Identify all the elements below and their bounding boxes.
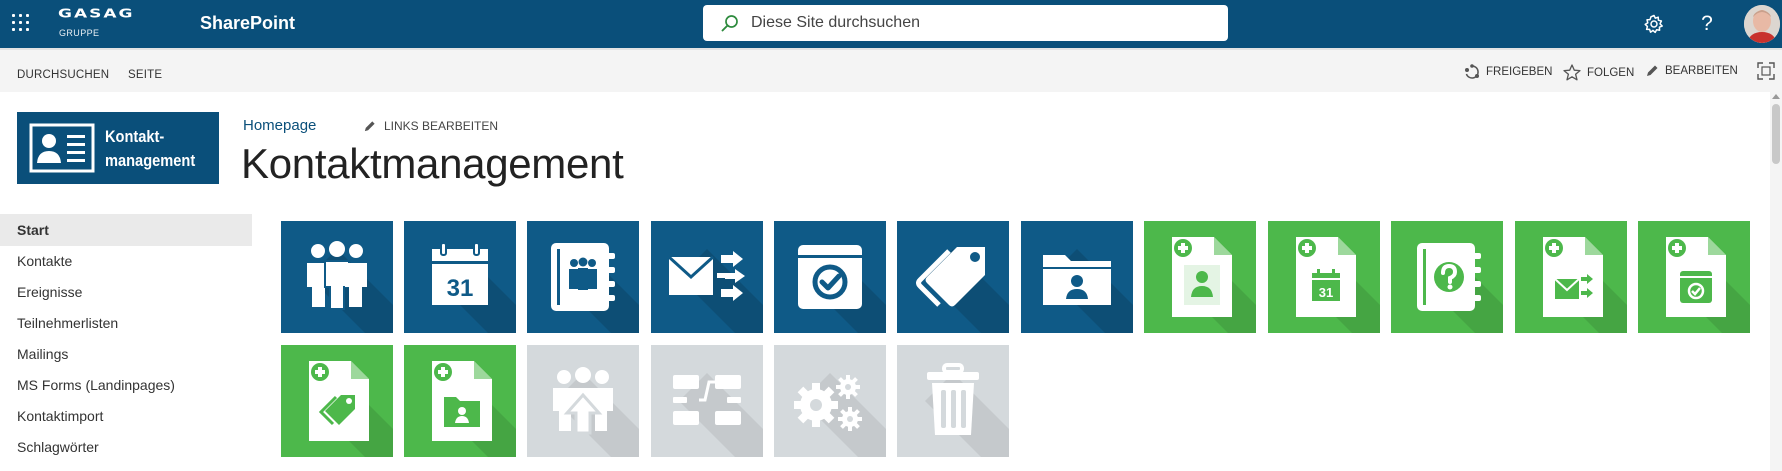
share-label: FREIGEBEN: [1486, 66, 1553, 78]
site-logo[interactable]: Kontakt- management: [17, 112, 219, 184]
site-search-box[interactable]: [703, 5, 1228, 41]
contact-folder-icon: [1043, 255, 1111, 305]
nav-item-kontaktimport[interactable]: Kontaktimport: [0, 400, 252, 432]
scroll-up-arrow-icon[interactable]: [1772, 94, 1780, 99]
new-contact-icon: [1172, 237, 1232, 317]
edit-links-label: LINKS BEARBEITEN: [384, 119, 499, 133]
brand-sub: GRUPPE: [59, 28, 100, 38]
tile-kontaktimport[interactable]: [527, 345, 639, 457]
new-event-icon: 31: [1296, 237, 1356, 317]
search-icon: [721, 15, 738, 32]
edit-links-button[interactable]: LINKS BEARBEITEN: [363, 119, 498, 133]
people-group-icon: [307, 241, 367, 310]
mail-distribution-icon: [667, 251, 745, 301]
app-launcher-icon[interactable]: [12, 14, 30, 32]
nav-item-schlagwoerter[interactable]: Schlagwörter: [0, 431, 252, 463]
tile-schlagwoerter[interactable]: [897, 221, 1009, 333]
share-icon: [1465, 64, 1479, 79]
ribbon-bar: DURCHSUCHEN SEITE FREIGEBEN FOLGEN BEARB…: [0, 48, 1782, 92]
logo-line-1: Kontakt-: [105, 127, 165, 146]
tile-ereignisse[interactable]: 31: [404, 221, 516, 333]
tile-einstellungen[interactable]: [774, 345, 886, 457]
tile-kontaktordner[interactable]: [1021, 221, 1133, 333]
tab-seite[interactable]: SEITE: [128, 69, 162, 81]
breadcrumb-homepage[interactable]: Homepage: [243, 117, 316, 134]
nav-item-ms-forms[interactable]: MS Forms (Landinpages): [0, 369, 252, 401]
new-mailing-icon: [1543, 237, 1603, 317]
share-button[interactable]: FREIGEBEN: [1464, 64, 1552, 80]
nav-item-mailings[interactable]: Mailings: [0, 338, 252, 370]
brand-name: GASAG: [58, 6, 135, 21]
new-contact-folder-icon: [432, 361, 492, 441]
logo-line-2: management: [105, 151, 196, 170]
tile-papierkorb[interactable]: [897, 345, 1009, 457]
new-registration-icon: [1666, 237, 1726, 317]
calendar-day-text: 31: [447, 275, 474, 302]
nav-item-start[interactable]: Start: [0, 214, 252, 246]
calendar-day-text: 31: [1319, 285, 1333, 300]
site-logo-text: Kontakt- management: [105, 125, 195, 173]
nav-item-teilnehmerlisten[interactable]: Teilnehmerlisten: [0, 307, 252, 339]
pencil-icon: [1647, 65, 1658, 76]
tile-anmeldungen[interactable]: [774, 221, 886, 333]
new-tag-icon: [309, 361, 369, 441]
page-scrollbar[interactable]: [1770, 92, 1782, 471]
tile-hilfe[interactable]: [1391, 221, 1503, 333]
page-title: Kontaktmanagement: [241, 140, 624, 187]
user-avatar[interactable]: [1744, 5, 1780, 43]
suite-bar: GASAG GRUPPE SharePoint ?: [0, 0, 1782, 48]
trash-icon: [927, 363, 979, 435]
tile-adressbuch[interactable]: [527, 221, 639, 333]
search-input[interactable]: [751, 14, 1211, 32]
tile-mailings[interactable]: [651, 221, 763, 333]
tile-workflow[interactable]: [651, 345, 763, 457]
tile-neues-schlagwort[interactable]: [281, 345, 393, 457]
follow-label: FOLGEN: [1587, 66, 1635, 79]
help-icon[interactable]: ?: [1695, 12, 1719, 36]
tile-neuer-kontakt[interactable]: [1144, 221, 1256, 333]
new-help-book-icon: [1417, 243, 1481, 311]
tab-durchsuchen[interactable]: DURCHSUCHEN: [17, 69, 109, 81]
address-book-icon: [551, 243, 615, 311]
star-icon: [1563, 64, 1581, 81]
edit-button[interactable]: BEARBEITEN: [1645, 64, 1738, 78]
pencil-icon: [364, 120, 375, 131]
tile-neuer-kontaktordner[interactable]: [404, 345, 516, 457]
app-name-link[interactable]: SharePoint: [200, 13, 295, 34]
contact-import-icon: [553, 367, 613, 435]
edit-label: BEARBEITEN: [1665, 65, 1738, 77]
gasag-logo[interactable]: GASAG GRUPPE: [58, 6, 168, 40]
tile-neues-ereignis[interactable]: 31: [1268, 221, 1380, 333]
contact-card-icon: [29, 123, 95, 173]
nav-item-ereignisse[interactable]: Ereignisse: [0, 276, 252, 308]
focus-mode-icon[interactable]: [1757, 62, 1781, 80]
follow-button[interactable]: FOLGEN: [1563, 64, 1634, 81]
calendar-icon: 31: [432, 242, 488, 305]
tile-neues-mailing[interactable]: [1515, 221, 1627, 333]
settings-icon[interactable]: [1642, 12, 1666, 36]
tile-kontakte[interactable]: [281, 221, 393, 333]
nav-item-kontakte[interactable]: Kontakte: [0, 245, 252, 277]
event-check-icon: [798, 245, 862, 309]
tile-neue-anmeldung[interactable]: [1638, 221, 1750, 333]
scrollbar-thumb[interactable]: [1772, 104, 1780, 164]
